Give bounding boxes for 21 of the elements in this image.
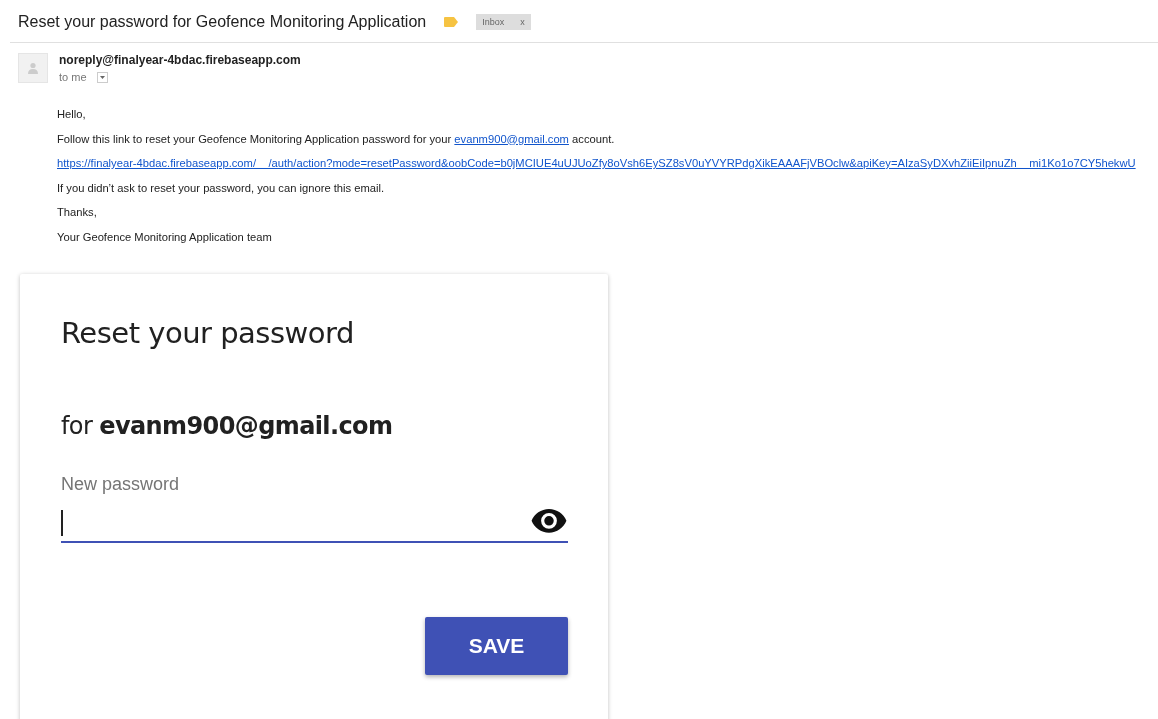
sender-address: noreply@finalyear-4bdac.firebaseapp.com <box>59 53 301 67</box>
email-link[interactable]: evanm900@gmail.com <box>454 132 569 145</box>
body-paragraph: Follow this link to reset your Geofence Monitoring Application password for your evanm900@gmail.com account. <box>57 131 616 146</box>
card-title: Reset your password <box>61 316 355 350</box>
eye-icon[interactable] <box>530 507 568 533</box>
label-text: Inbox <box>482 16 505 27</box>
save-button[interactable]: SAVE <box>425 617 568 675</box>
recipient-text: to me <box>59 71 87 83</box>
caret-icon <box>99 75 105 79</box>
body-paragraph: Thanks, <box>57 205 98 220</box>
body-paragraph: If you didn’t ask to reset your password, you can ignore this email. <box>57 180 386 195</box>
account-line: for evanm900@gmail.com <box>61 412 394 440</box>
email-subject: Reset your password for Geofence Monitoring Application <box>18 12 427 31</box>
text-cursor <box>61 510 63 536</box>
reset-link[interactable]: https://finalyear-4bdac.firebaseapp.com/__/auth/action?mode=resetPassword&oobCode=b0jMCIUE4uUJUoZfy8oVsh6EySZ8sV0uYVYRPdgXikEAAAFjVBOclw&apiKey=AIzaSyDXvhZiiEiIpnuZh__mi1Ko1o7CY5hekwU <box>57 157 1136 169</box>
body-paragraph: Hello, <box>57 107 87 122</box>
avatar <box>18 53 48 83</box>
body-paragraph: Your Geofence Monitoring Application team <box>57 229 273 244</box>
remove-label-button[interactable]: x <box>520 16 525 27</box>
details-dropdown[interactable] <box>96 71 108 83</box>
field-label: New password <box>61 474 181 495</box>
